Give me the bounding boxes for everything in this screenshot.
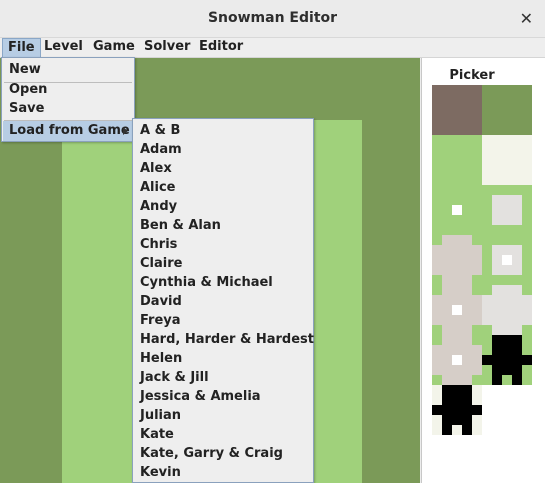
snowman-tile[interactable] <box>432 335 482 385</box>
submenu-item[interactable]: Adam <box>134 140 312 160</box>
stacked-snowball-tile[interactable] <box>432 285 482 335</box>
player-on-snow-tile[interactable] <box>432 385 482 435</box>
dark-grass-tile[interactable] <box>482 85 532 135</box>
submenu-item[interactable]: Jessica & Amelia <box>134 387 312 407</box>
file-menu: New Open Save Load from Game <box>1 57 135 142</box>
submenu-item[interactable]: Cynthia & Michael <box>134 273 312 293</box>
title-bar: Snowman Editor ✕ <box>0 0 545 38</box>
menu-level[interactable]: Level <box>39 38 88 58</box>
submenu-item[interactable]: Kate, Garry & Craig <box>134 444 312 464</box>
submenu-item[interactable]: Kate <box>134 425 312 445</box>
tile-picker: Picker <box>421 58 545 483</box>
dirt-tile[interactable] <box>432 85 482 135</box>
menu-item-open[interactable]: Open <box>3 80 133 100</box>
menu-item-load-from-game[interactable]: Load from Game <box>3 121 133 141</box>
submenu-item[interactable]: Freya <box>134 311 312 331</box>
submenu-item[interactable]: Julian <box>134 406 312 426</box>
submenu-item[interactable]: Kevin <box>134 463 312 483</box>
submenu-item[interactable]: David <box>134 292 312 312</box>
menu-game[interactable]: Game <box>88 38 140 58</box>
submenu-item[interactable]: Ben & Alan <box>134 216 312 236</box>
medium-snowball-tile[interactable] <box>482 185 532 235</box>
submenu-item[interactable]: Alex <box>134 159 312 179</box>
submenu-item[interactable]: Alice <box>134 178 312 198</box>
menu-bar: File Level Game Solver Editor <box>0 38 545 58</box>
menu-solver[interactable]: Solver <box>139 38 195 58</box>
large-snowball-tile[interactable] <box>432 235 482 285</box>
submenu-item[interactable]: Chris <box>134 235 312 255</box>
menu-item-new[interactable]: New <box>3 60 133 80</box>
load-from-game-label: Load from Game <box>9 123 130 138</box>
submenu-item[interactable]: A & B <box>134 121 312 141</box>
submenu-arrow-icon <box>123 127 128 135</box>
close-icon[interactable]: ✕ <box>520 9 533 28</box>
submenu-item[interactable]: Andy <box>134 197 312 217</box>
picker-title: Picker <box>449 68 495 83</box>
submenu-item[interactable]: Jack & Jill <box>134 368 312 388</box>
stacked-large-tile[interactable] <box>482 285 532 335</box>
menu-item-save[interactable]: Save <box>3 99 133 119</box>
menu-editor[interactable]: Editor <box>194 38 248 58</box>
snow-grass-tile[interactable] <box>482 135 532 185</box>
submenu-item[interactable]: Claire <box>134 254 312 274</box>
submenu-item[interactable]: Helen <box>134 349 312 369</box>
grass-tile[interactable] <box>432 135 482 185</box>
load-from-game-submenu: A & B Adam Alex Alice Andy Ben & Alan Ch… <box>132 118 314 483</box>
small-snowball-tile[interactable] <box>432 185 482 235</box>
window-title: Snowman Editor <box>207 10 338 26</box>
player-on-grass-tile[interactable] <box>482 335 532 385</box>
menu-file[interactable]: File <box>2 38 41 58</box>
submenu-item[interactable]: Hard, Harder & Hardest <box>134 330 314 350</box>
snowball-on-snow-tile[interactable] <box>482 235 532 285</box>
